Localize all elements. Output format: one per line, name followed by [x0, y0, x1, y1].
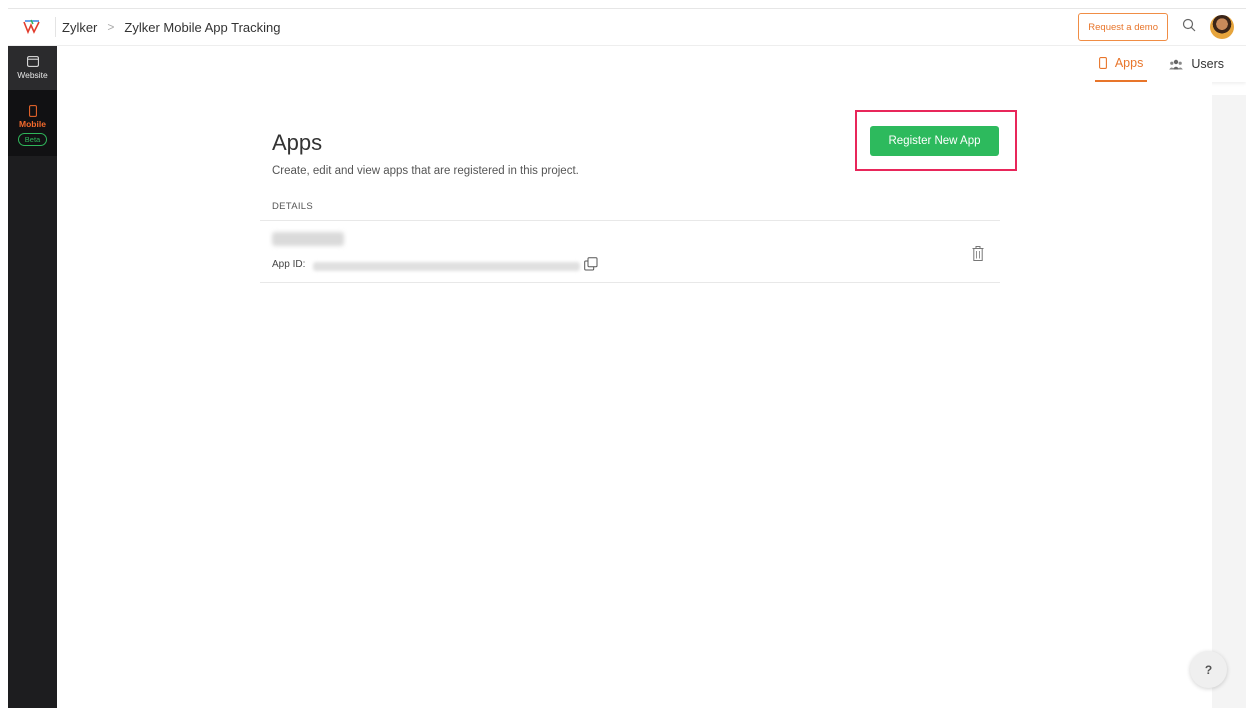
tab-users[interactable]: Users	[1165, 46, 1228, 82]
page-subtitle: Create, edit and view apps that are regi…	[272, 165, 579, 177]
tab-apps[interactable]: Apps	[1094, 46, 1148, 82]
breadcrumb-separator: >	[107, 20, 115, 34]
sidebar-item-label: Website	[17, 70, 48, 80]
sidebar: Website Mobile Beta	[8, 46, 57, 708]
main-content: Apps Create, edit and view apps that are…	[57, 82, 1212, 708]
mobile-phone-icon	[1098, 57, 1107, 69]
breadcrumb-org[interactable]: Zylker	[62, 20, 97, 35]
divider	[260, 220, 1000, 221]
details-header: DETAILS	[272, 201, 313, 212]
trash-icon[interactable]	[972, 246, 984, 261]
app-id-label: App ID:	[272, 259, 306, 270]
search-icon[interactable]	[1182, 18, 1196, 37]
register-new-app-button[interactable]: Register New App	[870, 126, 999, 156]
divider	[260, 282, 1000, 283]
browser-window-icon	[26, 56, 39, 67]
avatar[interactable]	[1210, 15, 1234, 39]
copy-icon[interactable]	[584, 257, 598, 271]
users-icon	[1169, 59, 1184, 69]
breadcrumb-project[interactable]: Zylker Mobile App Tracking	[124, 20, 280, 35]
tab-apps-label: Apps	[1114, 56, 1144, 70]
help-button[interactable]: ?	[1190, 651, 1227, 688]
right-scroll-gutter	[1212, 95, 1246, 708]
top-bar: Zylker > Zylker Mobile App Tracking Requ…	[8, 8, 1246, 46]
beta-badge: Beta	[17, 132, 48, 146]
tabs-bar: Apps Users	[57, 46, 1246, 82]
sidebar-item-mobile[interactable]: Mobile Beta	[8, 90, 57, 156]
sidebar-item-label: Mobile	[19, 118, 46, 129]
sidebar-item-website[interactable]: Website	[8, 46, 57, 90]
app-id-value-redacted	[313, 262, 580, 271]
logo-icon	[22, 19, 40, 35]
page-title: Apps	[272, 130, 323, 155]
mobile-phone-icon	[28, 104, 37, 117]
tab-users-label: Users	[1191, 57, 1224, 71]
app-name-redacted	[272, 232, 344, 246]
app-row[interactable]: App ID:	[260, 222, 1000, 283]
zylker-logo[interactable]	[8, 17, 56, 37]
request-demo-button[interactable]: Request a demo	[1078, 13, 1168, 41]
breadcrumb: Zylker > Zylker Mobile App Tracking	[62, 20, 280, 35]
